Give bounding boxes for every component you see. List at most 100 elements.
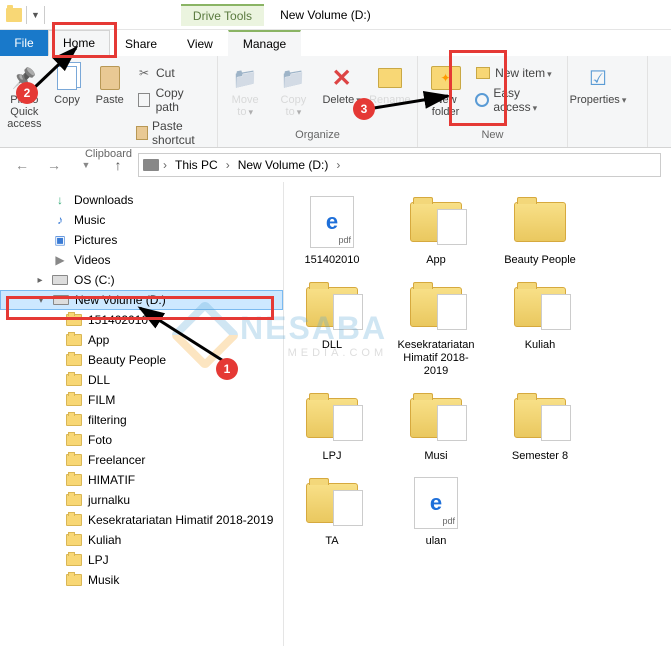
copy-path-button[interactable]: Copy path [134, 85, 211, 115]
folder-icon [512, 194, 568, 250]
tree-item[interactable]: filtering [0, 410, 283, 430]
pin-to-quick-access-button[interactable]: Pin to Quick access [6, 60, 43, 130]
expand-icon[interactable]: ▾ [35, 295, 47, 306]
tree-item[interactable]: Downloads [0, 190, 283, 210]
breadcrumb-this-pc[interactable]: This PC [171, 158, 222, 172]
tree-item[interactable]: jurnalku [0, 490, 283, 510]
file-item[interactable]: DLL [292, 279, 372, 378]
separator [44, 6, 45, 24]
file-item[interactable]: Kesekratariatan Himatif 2018-2019 [396, 279, 476, 378]
new-item-icon [475, 65, 491, 81]
tree-item-label: LPJ [88, 553, 109, 567]
file-item[interactable]: Beauty People [500, 194, 580, 267]
expand-icon[interactable]: ▸ [34, 275, 46, 286]
file-name: Beauty People [504, 254, 576, 267]
move-to-button[interactable]: Move to [224, 60, 266, 118]
pin-label: Pin to Quick access [6, 94, 43, 130]
tree-item[interactable]: ▾New Volume (D:) [0, 290, 283, 310]
folder-icon [66, 313, 82, 327]
folder-icon [66, 393, 82, 407]
new-folder-button[interactable]: New folder [424, 60, 467, 118]
folder-icon [66, 533, 82, 547]
ribbon-tabs: File Home Share View Manage [0, 30, 671, 56]
recent-dropdown-icon[interactable]: ▼ [74, 153, 98, 177]
tree-item[interactable]: Foto [0, 430, 283, 450]
paste-button[interactable]: Paste [91, 60, 128, 106]
tree-item[interactable]: DLL [0, 370, 283, 390]
ribbon: Pin to Quick access Copy Paste Cut Copy … [0, 56, 671, 148]
tab-home[interactable]: Home [48, 30, 110, 56]
folder-icon [66, 333, 82, 347]
tab-view[interactable]: View [172, 30, 228, 56]
move-to-icon [229, 64, 261, 92]
tree-item[interactable]: Videos [0, 250, 283, 270]
paste-shortcut-label: Paste shortcut [152, 119, 209, 147]
downloads-icon [52, 193, 68, 207]
properties-icon [582, 64, 614, 92]
properties-button[interactable]: Properties [574, 60, 622, 106]
tree-item-label: Kuliah [88, 533, 121, 547]
breadcrumb[interactable]: This PC New Volume (D:) [138, 153, 661, 177]
copy-icon [51, 64, 83, 92]
tab-file[interactable]: File [0, 30, 48, 56]
file-item[interactable]: Semester 8 [500, 390, 580, 463]
copy-button[interactable]: Copy [49, 60, 86, 106]
main-area: DownloadsMusicPictures Videos ▸OS (C:)▾New… [0, 182, 671, 646]
file-item[interactable]: TA [292, 475, 372, 548]
delete-button[interactable]: Delete [321, 60, 363, 106]
paste-shortcut-button[interactable]: Paste shortcut [134, 118, 211, 148]
pictures-icon [52, 233, 68, 247]
breadcrumb-volume[interactable]: New Volume (D:) [234, 158, 333, 172]
file-item[interactable]: Kuliah [500, 279, 580, 378]
folder-icon [408, 194, 464, 250]
tab-manage[interactable]: Manage [228, 30, 301, 56]
folder-icon [304, 390, 360, 446]
file-name: Musi [424, 450, 447, 463]
tree-item[interactable]: Beauty People [0, 350, 283, 370]
chevron-right-icon[interactable] [334, 158, 342, 172]
file-name: Semester 8 [512, 450, 568, 463]
tree-item[interactable]: ▸OS (C:) [0, 270, 283, 290]
tree-item[interactable]: Freelancer [0, 450, 283, 470]
file-item[interactable]: App [396, 194, 476, 267]
tree-item[interactable]: Pictures [0, 230, 283, 250]
back-button[interactable]: ← [10, 153, 34, 177]
tree-item[interactable]: FILM [0, 390, 283, 410]
folder-icon [304, 475, 360, 531]
tree-item-label: Freelancer [88, 453, 145, 467]
copy-to-button[interactable]: Copy to [272, 60, 314, 118]
folder-icon [512, 390, 568, 446]
file-item[interactable]: eulan [396, 475, 476, 548]
tree-item[interactable]: 151402010 [0, 310, 283, 330]
chevron-right-icon[interactable] [224, 158, 232, 172]
tab-share[interactable]: Share [110, 30, 172, 56]
file-item[interactable]: Musi [396, 390, 476, 463]
content-pane[interactable]: e151402010 App Beauty People DLL Kesekratari… [284, 182, 671, 646]
tree-item[interactable]: Kuliah [0, 530, 283, 550]
tree-item[interactable]: Music [0, 210, 283, 230]
folder-icon [408, 279, 464, 335]
tree-item-label: Videos [74, 253, 110, 267]
tree-item[interactable]: App [0, 330, 283, 350]
chevron-right-icon[interactable] [161, 158, 169, 172]
tree-item-label: FILM [88, 393, 115, 407]
qat-dropdown-icon[interactable]: ▼ [31, 10, 40, 20]
file-item[interactable]: e151402010 [292, 194, 372, 267]
cut-button[interactable]: Cut [134, 64, 211, 82]
tree-item[interactable]: Kesekratariatan Himatif 2018-2019 [0, 510, 283, 530]
rename-button[interactable]: Rename [369, 60, 411, 106]
file-item[interactable]: LPJ [292, 390, 372, 463]
tree-item[interactable]: LPJ [0, 550, 283, 570]
easy-access-button[interactable]: Easy access [473, 85, 561, 115]
copy-to-icon [277, 64, 309, 92]
tree-item[interactable]: HIMATIF [0, 470, 283, 490]
folder-icon [304, 279, 360, 335]
new-item-button[interactable]: New item [473, 64, 561, 82]
paste-shortcut-icon [136, 125, 148, 141]
tree-item[interactable]: Musik [0, 570, 283, 590]
navigation-pane[interactable]: DownloadsMusicPictures Videos ▸OS (C:)▾New… [0, 182, 284, 646]
up-button[interactable]: ↑ [106, 153, 130, 177]
forward-button[interactable]: → [42, 153, 66, 177]
properties-label: Properties [570, 94, 627, 106]
window-title: New Volume (D:) [280, 8, 371, 22]
